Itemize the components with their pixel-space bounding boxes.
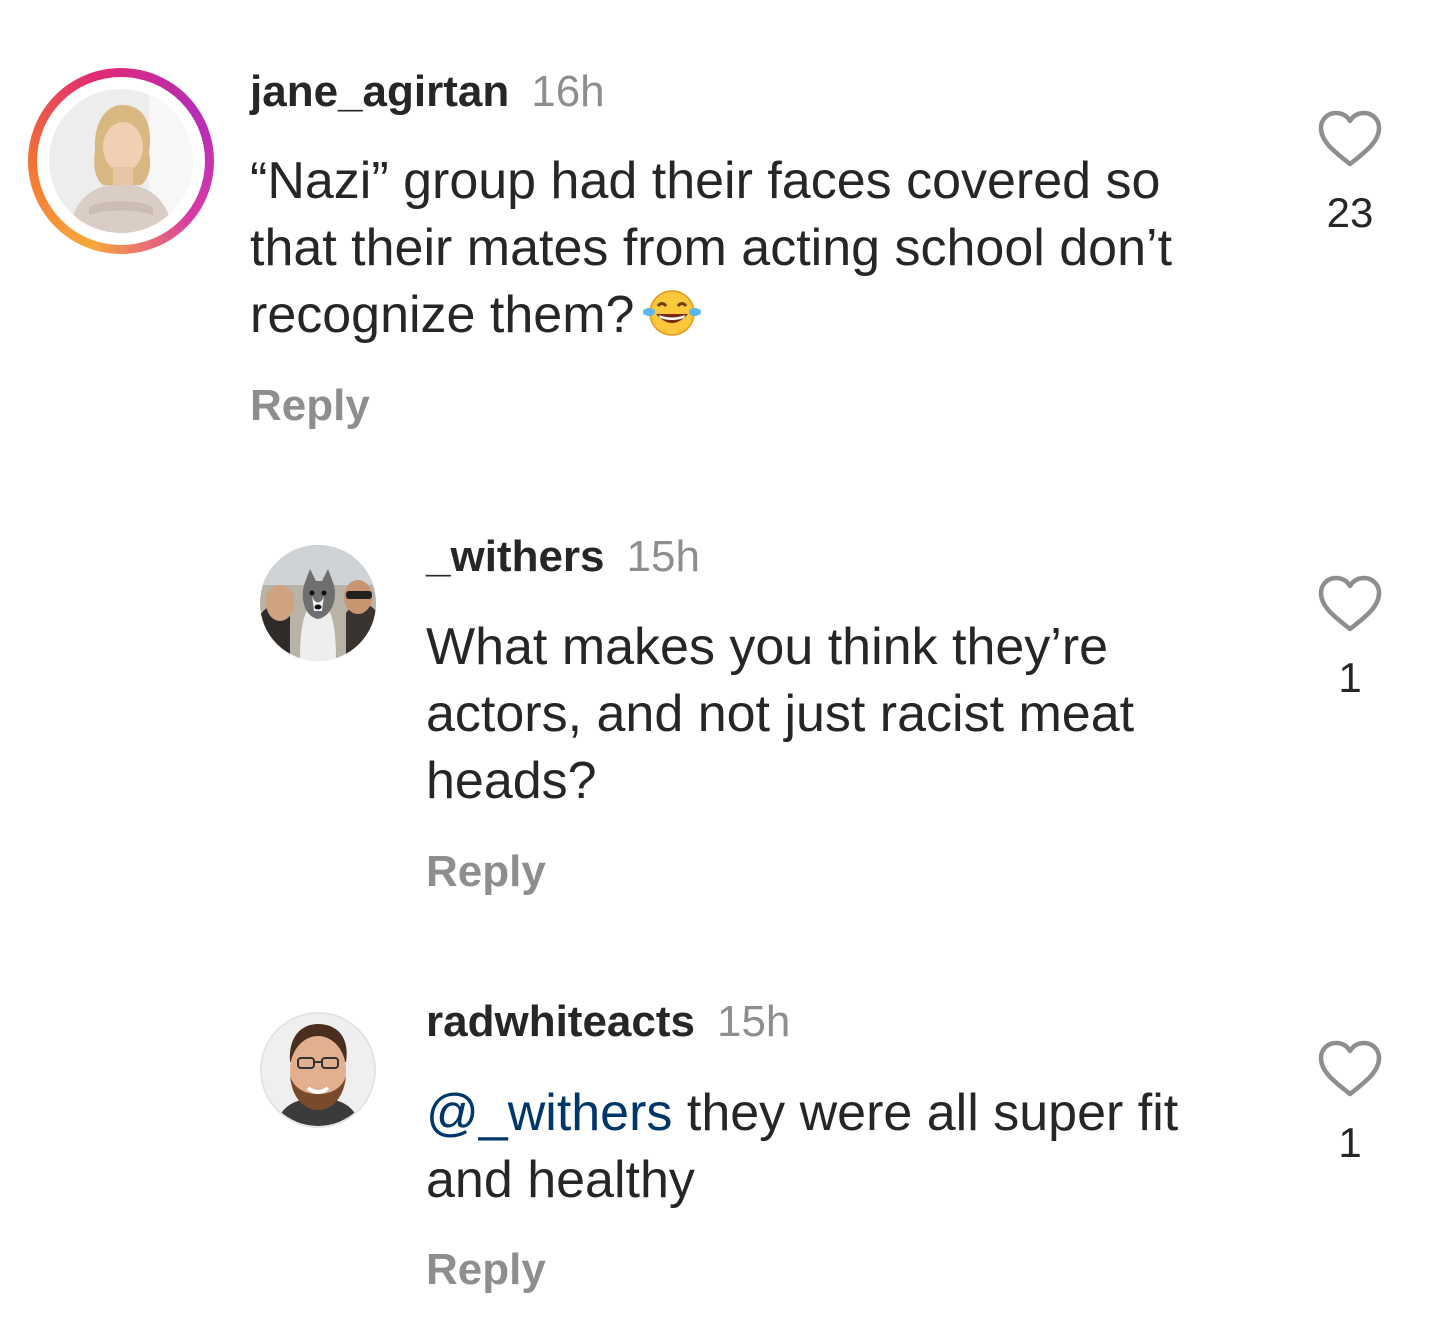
heart-icon[interactable] [1315, 575, 1385, 635]
username[interactable]: jane_agirtan [250, 67, 509, 116]
avatar-image [260, 545, 376, 661]
avatar[interactable] [260, 545, 376, 661]
laughing-emoji-icon [642, 288, 702, 355]
timestamp: 15h [716, 997, 791, 1046]
avatar-image [262, 1014, 374, 1126]
avatar[interactable] [49, 89, 193, 233]
heart-icon[interactable] [1315, 110, 1385, 170]
heart-icon[interactable] [1315, 1040, 1385, 1100]
comment-text: “Nazi” group had their faces covered so … [250, 148, 1250, 355]
comment-header: jane_agirtan 16h [250, 66, 605, 118]
avatar-image [49, 89, 193, 233]
reply-button[interactable]: Reply [426, 1244, 546, 1296]
comment-header: _withers 15h [426, 531, 700, 583]
like-control: 1 [1305, 1040, 1395, 1168]
like-count: 1 [1338, 654, 1362, 701]
comment-header: radwhiteacts 15h [426, 996, 790, 1048]
reply-button[interactable]: Reply [250, 380, 370, 432]
timestamp: 16h [531, 67, 605, 116]
comment-text: @_withers they were all super fit and he… [426, 1080, 1266, 1214]
like-count: 23 [1326, 189, 1374, 236]
reply-button[interactable]: Reply [426, 846, 546, 898]
mention-link[interactable]: @_withers [426, 1084, 672, 1142]
username[interactable]: radwhiteacts [426, 997, 695, 1046]
comment-text: What makes you think they’re actors, and… [426, 614, 1246, 815]
timestamp: 15h [626, 532, 700, 581]
like-count: 1 [1338, 1119, 1362, 1166]
comment-body: “Nazi” group had their faces covered so … [250, 152, 1173, 344]
username[interactable]: _withers [426, 532, 605, 581]
avatar[interactable] [260, 1012, 376, 1128]
like-control: 23 [1305, 110, 1395, 238]
comment-jane-agirtan: jane_agirtan 16h “Nazi” group had their f… [0, 0, 1434, 480]
like-control: 1 [1305, 575, 1395, 703]
comment-body: What makes you think they’re actors, and… [426, 618, 1135, 810]
